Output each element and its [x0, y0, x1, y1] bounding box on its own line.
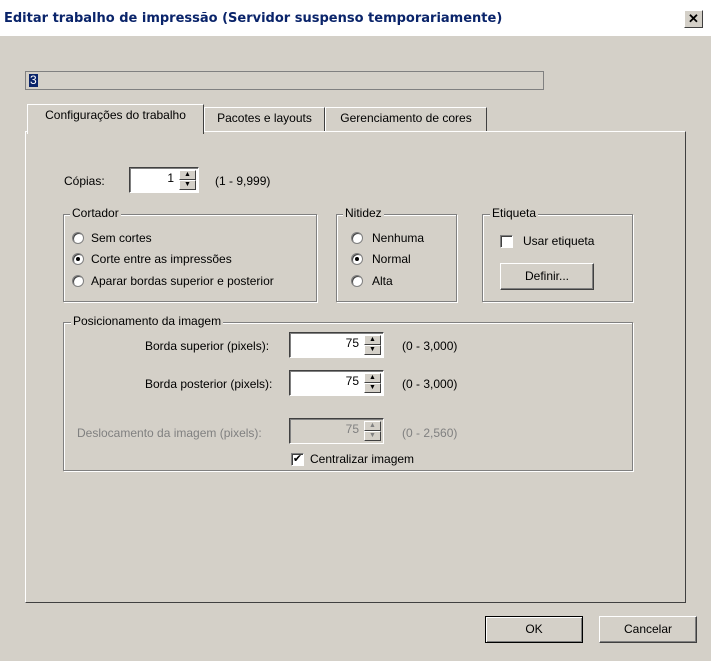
top-edge-range: (0 - 3,000): [402, 339, 458, 353]
spin-up-button[interactable]: ▲: [179, 170, 196, 180]
spin-up-icon: ▲: [369, 336, 376, 343]
radio-label: Normal: [372, 252, 411, 266]
positioning-legend: Posicionamento da imagem: [71, 314, 224, 328]
radio-label: Alta: [372, 274, 393, 288]
trail-edge-input[interactable]: 75 ▲ ▼: [289, 370, 384, 396]
tab-label: Pacotes e layouts: [217, 111, 312, 125]
button-label: Cancelar: [623, 622, 673, 636]
radio-label: Corte entre as impressões: [91, 252, 232, 266]
spin-up-icon: ▲: [369, 422, 376, 429]
radio-circle: [72, 275, 84, 287]
offset-range: (0 - 2,560): [402, 426, 458, 440]
tab-label: Configurações do trabalho: [45, 108, 186, 122]
tab-label: Gerenciamento de cores: [340, 111, 472, 125]
checkbox-box: ✔: [291, 453, 304, 466]
copies-label: Cópias:: [64, 174, 105, 188]
sharpness-legend: Nitidez: [343, 206, 384, 220]
job-name-value: 3: [29, 73, 38, 87]
job-name-field[interactable]: 3: [25, 71, 544, 90]
radio-circle: [351, 232, 363, 244]
checkbox-label: Centralizar imagem: [310, 452, 415, 466]
button-label: OK: [525, 622, 543, 636]
top-edge-input[interactable]: 75 ▲ ▼: [289, 332, 384, 358]
tab-job-settings[interactable]: Configurações do trabalho: [27, 104, 204, 134]
tab-packages-layouts[interactable]: Pacotes e layouts: [204, 107, 325, 131]
spin-up-button[interactable]: ▲: [364, 335, 381, 345]
trail-edge-range: (0 - 3,000): [402, 377, 458, 391]
spin-down-icon: ▼: [369, 432, 376, 439]
trail-edge-label: Borda posterior (pixels):: [145, 377, 273, 391]
checkbox-box: [500, 235, 513, 248]
spin-down-button[interactable]: ▼: [179, 180, 196, 190]
cutter-legend: Cortador: [70, 206, 121, 220]
spin-down-icon: ▼: [184, 181, 191, 188]
radio-circle: [351, 253, 363, 265]
close-button[interactable]: ✕: [684, 10, 703, 28]
radio-circle: [72, 253, 84, 265]
tab-color-management[interactable]: Gerenciamento de cores: [325, 107, 487, 131]
trail-edge-value: 75: [345, 374, 359, 388]
spin-up-icon: ▲: [184, 171, 191, 178]
offset-input[interactable]: 75 ▲ ▼: [289, 418, 384, 444]
ok-button[interactable]: OK: [485, 616, 583, 643]
radio-circle: [351, 275, 363, 287]
spin-down-button[interactable]: ▼: [364, 383, 381, 393]
top-edge-value: 75: [345, 336, 359, 350]
cancel-button[interactable]: Cancelar: [599, 616, 697, 643]
checkbox-label: Usar etiqueta: [523, 234, 595, 248]
offset-label: Deslocamento da imagem (pixels):: [77, 426, 262, 440]
spin-down-button[interactable]: ▼: [364, 345, 381, 355]
window-title: Editar trabalho de impressão (Servidor s…: [4, 11, 503, 26]
close-icon: ✕: [688, 11, 699, 26]
spin-down-icon: ▼: [369, 346, 376, 353]
spin-up-button[interactable]: ▲: [364, 373, 381, 383]
radio-circle: [72, 232, 84, 244]
check-icon: ✔: [292, 453, 303, 465]
label-legend: Etiqueta: [490, 206, 539, 220]
spin-up-button[interactable]: ▲: [364, 421, 381, 431]
radio-label: Nenhuma: [372, 231, 425, 245]
spin-down-button[interactable]: ▼: [364, 431, 381, 441]
offset-value: 75: [345, 422, 359, 436]
copies-range: (1 - 9,999): [215, 174, 271, 188]
define-button[interactable]: Definir...: [500, 263, 594, 290]
spin-down-icon: ▼: [369, 384, 376, 391]
top-edge-label: Borda superior (pixels):: [145, 339, 270, 353]
copies-value: 1: [167, 171, 174, 185]
radio-label: Sem cortes: [91, 231, 152, 245]
button-label: Definir...: [524, 269, 569, 283]
radio-label: Aparar bordas superior e posterior: [91, 274, 274, 288]
spin-up-icon: ▲: [369, 374, 376, 381]
copies-input[interactable]: 1 ▲ ▼: [129, 167, 199, 193]
